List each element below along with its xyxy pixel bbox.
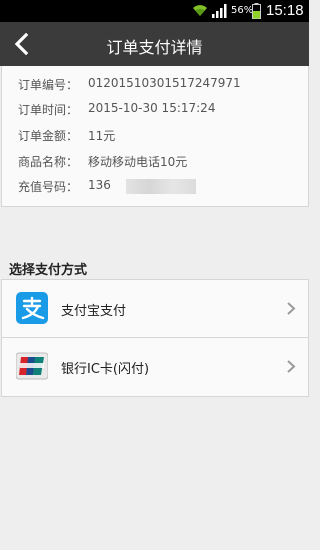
product-name-label: 商品名称： (18, 155, 79, 169)
order-time-label: 订单时间： (18, 103, 79, 117)
recharge-number-label: 充值号码： (18, 180, 79, 194)
clock: 15:18 (266, 2, 304, 19)
payment-method-list: 支付宝支付 银行IC卡(闪付) (1, 279, 309, 397)
order-amount-label: 订单金额： (18, 129, 79, 143)
signal-icon (212, 4, 227, 18)
bank-ic-card-label: 银行IC卡(闪付) (61, 362, 150, 377)
order-amount-value: 11元 (88, 129, 116, 143)
payment-method-alipay[interactable]: 支付宝支付 (2, 280, 308, 338)
redacted-number-mask (126, 179, 196, 194)
payment-section-title: 选择支付方式 (9, 263, 88, 278)
unionpay-icon (16, 352, 48, 380)
alipay-icon (16, 292, 48, 324)
recharge-number-value: 136 (88, 178, 111, 192)
title-bar: 订单支付详情 (0, 22, 309, 66)
product-name-value: 移动移动电话10元 (88, 155, 188, 169)
wifi-icon (193, 5, 207, 16)
battery-percent: 56% (231, 5, 254, 16)
chevron-right-icon (287, 302, 296, 315)
recharge-number-row: 充值号码： 136 (18, 178, 298, 196)
payment-method-bank-ic-card[interactable]: 银行IC卡(闪付) (2, 338, 308, 395)
order-info-card: 订单编号： 01201510301517247971 订单时间： 2015-10… (1, 66, 309, 207)
chevron-right-icon (287, 360, 296, 373)
order-number-label: 订单编号： (18, 78, 79, 92)
order-number-value: 01201510301517247971 (88, 76, 241, 90)
order-time-value: 2015-10-30 15:17:24 (88, 101, 216, 115)
status-bar: 56% 15:18 (0, 0, 309, 22)
alipay-label: 支付宝支付 (61, 304, 127, 319)
page-title: 订单支付详情 (106, 38, 203, 57)
battery-icon (252, 3, 261, 19)
